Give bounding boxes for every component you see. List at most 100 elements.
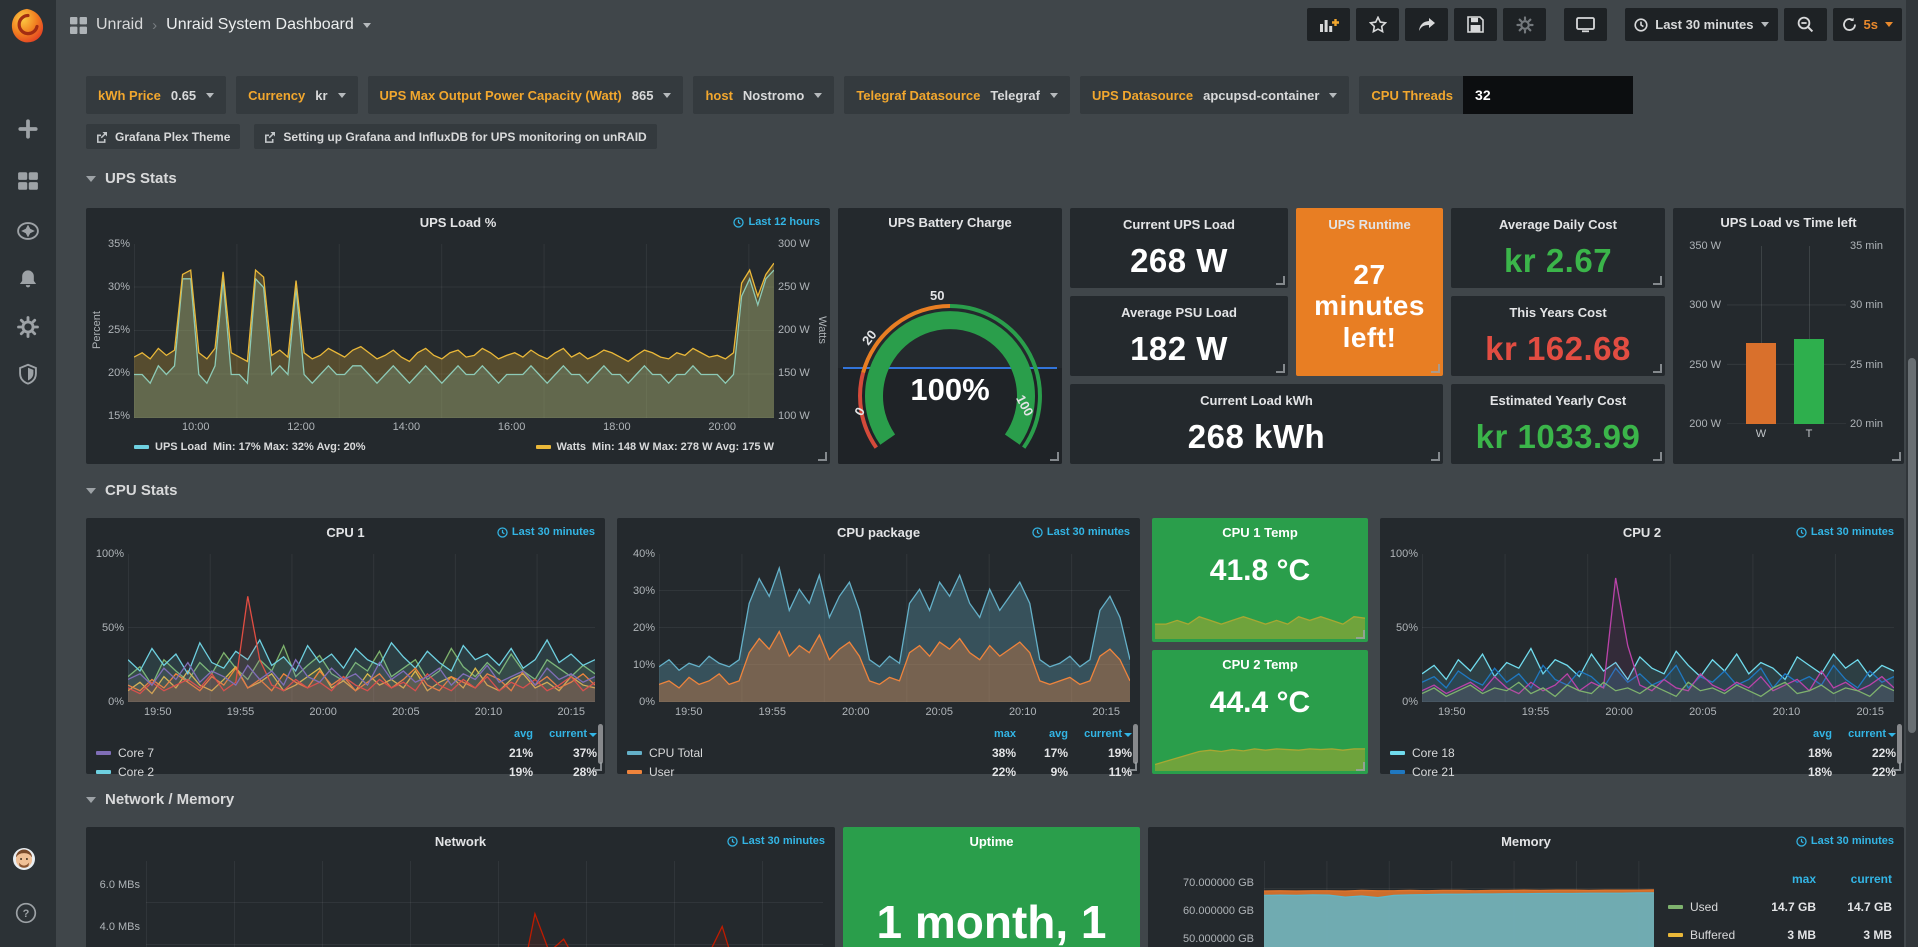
variable-telegraf-datasource[interactable]: Telegraf Datasource Telegraf xyxy=(844,76,1070,114)
legend-header-current[interactable]: current xyxy=(533,728,597,740)
variable-ups-max-output[interactable]: UPS Max Output Power Capacity (Watt) 865 xyxy=(368,76,684,114)
breadcrumb-app[interactable]: Unraid xyxy=(96,16,143,34)
network-chart[interactable] xyxy=(146,861,823,947)
legend-header-max[interactable]: max xyxy=(1740,872,1816,886)
legend-header-max[interactable]: max xyxy=(958,728,1016,740)
panel-title[interactable]: Network xyxy=(86,834,835,849)
add-panel-button[interactable] xyxy=(1307,8,1350,41)
series-name[interactable]: Core 2 xyxy=(96,765,477,779)
series-name[interactable]: CPU Total xyxy=(627,746,958,760)
clock-icon xyxy=(727,836,738,847)
legend-header-current[interactable]: current xyxy=(1832,728,1896,740)
chevron-down-icon[interactable] xyxy=(363,23,371,28)
time-range-picker[interactable]: Last 30 minutes xyxy=(1625,8,1777,41)
variable-label: host xyxy=(705,88,732,103)
variable-ups-datasource[interactable]: UPS Datasource apcupsd-container xyxy=(1080,76,1349,114)
legend-header-avg[interactable]: avg xyxy=(477,728,533,740)
configuration-gear-icon[interactable] xyxy=(17,316,39,338)
legend-header-current[interactable]: current xyxy=(1816,872,1892,886)
variable-cpu-threads: CPU Threads xyxy=(1359,76,1633,114)
user-avatar[interactable] xyxy=(13,848,43,878)
series-name[interactable]: Used xyxy=(1668,900,1740,914)
panel-title[interactable]: Average Daily Cost xyxy=(1451,217,1665,232)
panel-title[interactable]: UPS Runtime xyxy=(1296,217,1443,232)
tick-label: 50% xyxy=(1382,622,1418,634)
panel-title[interactable]: Current Load kWh xyxy=(1070,393,1443,408)
legend-row: User 22% 9% 11% xyxy=(627,762,1132,781)
tick-label: 25% xyxy=(92,324,130,336)
save-button[interactable] xyxy=(1454,8,1497,41)
share-button[interactable] xyxy=(1405,8,1448,41)
external-link-icon xyxy=(264,131,276,143)
panel-time-override[interactable]: Last 30 minutes xyxy=(1032,526,1130,538)
panel-title[interactable]: Current UPS Load xyxy=(1070,217,1288,232)
series-name[interactable]: Buffered xyxy=(1668,928,1740,942)
page-scrollbar-thumb[interactable] xyxy=(1908,358,1916,733)
legend-scrollbar[interactable] xyxy=(1897,724,1902,764)
dashboards-icon[interactable] xyxy=(17,170,39,192)
panel-time-override[interactable]: Last 30 minutes xyxy=(1796,835,1894,847)
cpu1-chart[interactable] xyxy=(128,554,595,702)
panel-title[interactable]: Average PSU Load xyxy=(1070,305,1288,320)
link-grafana-plex-theme[interactable]: Grafana Plex Theme xyxy=(86,124,240,149)
create-icon[interactable] xyxy=(17,118,39,140)
explore-icon[interactable] xyxy=(17,220,39,242)
panel-cpu1-temp: CPU 1 Temp 41.8 °C xyxy=(1152,518,1368,642)
memory-chart[interactable] xyxy=(1264,861,1654,947)
star-button[interactable] xyxy=(1356,8,1399,41)
panel-title[interactable]: UPS Load vs Time left xyxy=(1673,215,1904,230)
panel-time-override[interactable]: Last 12 hours xyxy=(733,216,820,228)
series-stats: Min: 17% Max: 32% Avg: 20% xyxy=(213,441,366,453)
link-ups-monitoring-guide[interactable]: Setting up Grafana and InfluxDB for UPS … xyxy=(254,124,656,149)
help-icon[interactable]: ? xyxy=(15,902,41,928)
dashboard-picker-grid-icon[interactable] xyxy=(70,17,87,34)
cpu2-chart[interactable] xyxy=(1422,554,1894,702)
refresh-picker[interactable]: 5s xyxy=(1833,8,1902,41)
legend-item-ups-load[interactable]: UPS Load Min: 17% Max: 32% Avg: 20% xyxy=(134,441,366,453)
series-name[interactable]: Core 18 xyxy=(1390,746,1776,760)
dashboard-settings-gear-icon[interactable] xyxy=(1503,8,1546,41)
panel-title[interactable]: UPS Battery Charge xyxy=(838,215,1062,230)
panel-time-override[interactable]: Last 30 minutes xyxy=(1796,526,1894,538)
panel-title[interactable]: CPU 1 Temp xyxy=(1152,525,1368,540)
panel-title[interactable]: UPS Load % xyxy=(86,215,830,230)
legend-scrollbar[interactable] xyxy=(1133,724,1138,764)
time-override-label: Last 30 minutes xyxy=(742,835,825,847)
series-name[interactable]: Core 7 xyxy=(96,746,477,760)
tick-label: 18:00 xyxy=(603,421,631,433)
variable-host[interactable]: host Nostromo xyxy=(693,76,834,114)
panel-title[interactable]: CPU 2 Temp xyxy=(1152,657,1368,672)
panel-title[interactable]: Memory xyxy=(1148,834,1904,849)
series-name[interactable]: Core 21 xyxy=(1390,765,1776,779)
zoom-out-button[interactable] xyxy=(1784,8,1827,41)
tv-kiosk-button[interactable] xyxy=(1564,8,1607,41)
panel-title[interactable]: Uptime xyxy=(843,834,1140,849)
panel-title[interactable]: Estimated Yearly Cost xyxy=(1451,393,1665,408)
tick-label: 100 W xyxy=(778,410,820,422)
alerting-bell-icon[interactable] xyxy=(17,268,39,290)
grafana-logo-icon[interactable] xyxy=(8,7,46,45)
chevron-down-icon xyxy=(1885,22,1893,27)
row-header-ups-stats[interactable]: UPS Stats xyxy=(86,170,177,187)
cpu-threads-input[interactable] xyxy=(1463,76,1633,114)
panel-time-override[interactable]: Last 30 minutes xyxy=(727,835,825,847)
tick-label: 30% xyxy=(619,585,655,597)
bars-plot[interactable] xyxy=(1727,246,1846,424)
legend-header-avg[interactable]: avg xyxy=(1016,728,1068,740)
ups-load-chart[interactable] xyxy=(134,244,774,418)
legend-item-watts[interactable]: Watts Min: 148 W Max: 278 W Avg: 175 W xyxy=(536,441,775,453)
variable-currency[interactable]: Currency kr xyxy=(236,76,357,114)
legend-header-current[interactable]: current xyxy=(1068,728,1132,740)
variable-kwh-price[interactable]: kWh Price 0.65 xyxy=(86,76,226,114)
legend-scrollbar[interactable] xyxy=(598,724,603,764)
server-admin-shield-icon[interactable] xyxy=(17,363,39,385)
panel-time-override[interactable]: Last 30 minutes xyxy=(497,526,595,538)
series-name[interactable]: User xyxy=(627,765,958,779)
cpu-package-chart[interactable] xyxy=(659,554,1130,702)
tick-label: 300 W xyxy=(778,238,820,250)
legend-header-avg[interactable]: avg xyxy=(1776,728,1832,740)
row-header-cpu-stats[interactable]: CPU Stats xyxy=(86,482,178,499)
row-header-network-memory[interactable]: Network / Memory xyxy=(86,791,234,808)
panel-title[interactable]: This Years Cost xyxy=(1451,305,1665,320)
breadcrumb-dashboard-title[interactable]: Unraid System Dashboard xyxy=(166,16,354,34)
